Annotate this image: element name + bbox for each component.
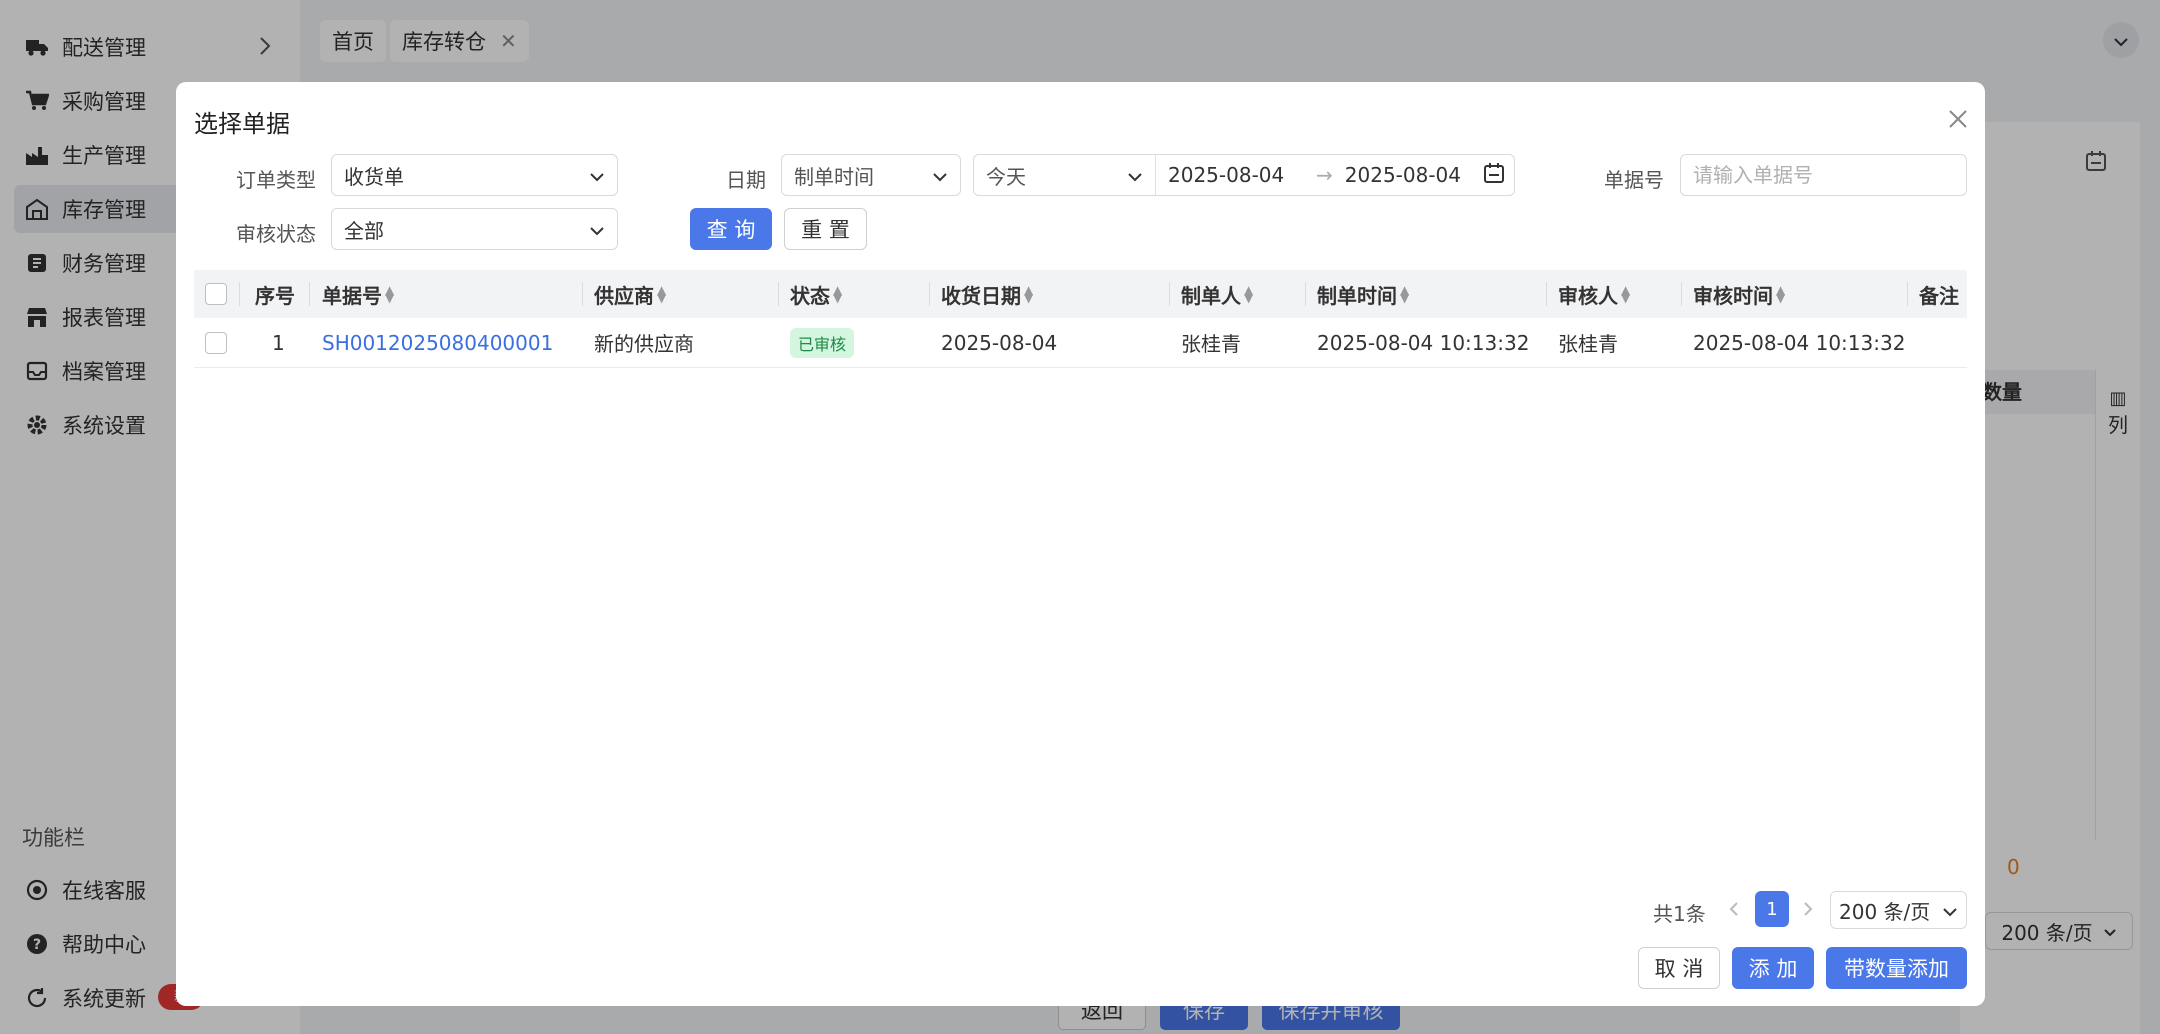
date-field-value: 制单时间 bbox=[794, 164, 874, 189]
date-preset-value: 今天 bbox=[986, 164, 1026, 189]
next-page-icon[interactable] bbox=[1802, 900, 1814, 923]
date-preset-select[interactable]: 今天 bbox=[974, 155, 1156, 195]
dialog-title: 选择单据 bbox=[194, 110, 290, 138]
cell-index: 1 bbox=[272, 330, 285, 355]
query-button[interactable]: 查 询 bbox=[690, 208, 772, 250]
cell-creator: 张桂青 bbox=[1181, 332, 1241, 356]
cell-auditor: 张桂青 bbox=[1558, 332, 1618, 356]
status-badge: 已审核 bbox=[790, 327, 855, 358]
sort-icon: ▲ ▼ bbox=[385, 283, 395, 305]
chevron-down-icon bbox=[589, 217, 605, 241]
date-end-input[interactable]: 2025-08-04 bbox=[1345, 163, 1479, 187]
cell-doc-no-link[interactable]: SH0012025080400001 bbox=[322, 318, 553, 367]
date-field-select[interactable]: 制单时间 bbox=[781, 154, 961, 196]
sort-icon: ▲ ▼ bbox=[1621, 283, 1631, 305]
date-label: 日期 bbox=[726, 168, 766, 192]
header-doc-no[interactable]: 单据号 ▲ ▼ bbox=[322, 270, 394, 318]
order-type-value: 收货单 bbox=[344, 164, 404, 189]
cell-create-time: 2025-08-04 10:13:32 bbox=[1317, 330, 1530, 355]
table-row[interactable]: 1 SH0012025080400001 新的供应商 已审核 2025-08-0… bbox=[194, 318, 1967, 368]
pagination-total: 共1条 bbox=[1653, 902, 1706, 926]
header-receive-date[interactable]: 收货日期 ▲ ▼ bbox=[941, 270, 1033, 318]
table-header: 序号 单据号 ▲ ▼ 供应商 ▲ ▼ 状态 ▲ ▼ 收货日期 ▲ ▼ 制单人 ▲ ▼ 制单时间 ▲ ▼ … bbox=[194, 270, 1967, 318]
sort-icon: ▲ ▼ bbox=[833, 283, 843, 305]
sort-icon: ▲ ▼ bbox=[1776, 283, 1786, 305]
header-index: 序号 bbox=[255, 283, 295, 308]
cancel-button[interactable]: 取 消 bbox=[1638, 947, 1720, 989]
sort-icon: ▲ ▼ bbox=[1244, 283, 1254, 305]
cell-receive-date: 2025-08-04 bbox=[941, 330, 1058, 355]
row-checkbox[interactable] bbox=[205, 318, 227, 367]
cell-audit-time: 2025-08-04 10:13:32 bbox=[1693, 330, 1906, 355]
add-button[interactable]: 添 加 bbox=[1732, 947, 1814, 989]
close-icon[interactable] bbox=[1943, 104, 1973, 134]
order-type-label: 订单类型 bbox=[236, 168, 316, 192]
doc-no-input[interactable] bbox=[1680, 154, 1967, 196]
add-with-quantity-button[interactable]: 带数量添加 bbox=[1826, 947, 1967, 989]
header-supplier[interactable]: 供应商 ▲ ▼ bbox=[594, 270, 666, 318]
sort-icon: ▲ ▼ bbox=[1024, 283, 1034, 305]
page-size-value: 200 条/页 bbox=[1839, 899, 1931, 924]
audit-status-value: 全部 bbox=[344, 218, 384, 243]
chevron-down-icon bbox=[932, 163, 948, 187]
header-create-time[interactable]: 制单时间 ▲ ▼ bbox=[1317, 270, 1409, 318]
cell-status: 已审核 bbox=[790, 318, 855, 367]
chevron-down-icon bbox=[1942, 898, 1958, 922]
reset-button[interactable]: 重 置 bbox=[784, 208, 867, 250]
audit-status-select[interactable]: 全部 bbox=[331, 208, 618, 250]
sort-icon: ▲ ▼ bbox=[1400, 283, 1410, 305]
calendar-icon[interactable] bbox=[1483, 162, 1505, 189]
header-creator[interactable]: 制单人 ▲ ▼ bbox=[1181, 270, 1253, 318]
sort-icon: ▲ ▼ bbox=[657, 283, 667, 305]
document-table: 序号 单据号 ▲ ▼ 供应商 ▲ ▼ 状态 ▲ ▼ 收货日期 ▲ ▼ 制单人 ▲ ▼ 制单时间 ▲ ▼ … bbox=[194, 270, 1967, 368]
order-type-select[interactable]: 收货单 bbox=[331, 154, 618, 196]
arrow-right-icon: → bbox=[1316, 163, 1333, 187]
prev-page-icon[interactable] bbox=[1728, 900, 1740, 923]
page-1-button[interactable]: 1 bbox=[1755, 891, 1789, 927]
chevron-down-icon bbox=[1127, 163, 1143, 187]
select-all-checkbox[interactable] bbox=[205, 270, 227, 318]
audit-status-label: 审核状态 bbox=[236, 222, 316, 246]
chevron-down-icon bbox=[589, 163, 605, 187]
cell-supplier: 新的供应商 bbox=[594, 332, 694, 356]
date-range-picker[interactable]: 今天 2025-08-04 → 2025-08-04 bbox=[973, 154, 1515, 196]
header-status[interactable]: 状态 ▲ ▼ bbox=[790, 270, 842, 318]
page-size-select[interactable]: 200 条/页 bbox=[1830, 891, 1967, 929]
header-auditor[interactable]: 审核人 ▲ ▼ bbox=[1558, 270, 1630, 318]
header-remark: 备注 bbox=[1919, 283, 1959, 308]
header-audit-time[interactable]: 审核时间 ▲ ▼ bbox=[1693, 270, 1785, 318]
date-start-input[interactable]: 2025-08-04 bbox=[1168, 163, 1308, 187]
select-document-dialog: 选择单据 订单类型 收货单 日期 制单时间 今天 2025-08-04 → 20… bbox=[176, 82, 1985, 1006]
doc-no-label: 单据号 bbox=[1604, 168, 1664, 192]
